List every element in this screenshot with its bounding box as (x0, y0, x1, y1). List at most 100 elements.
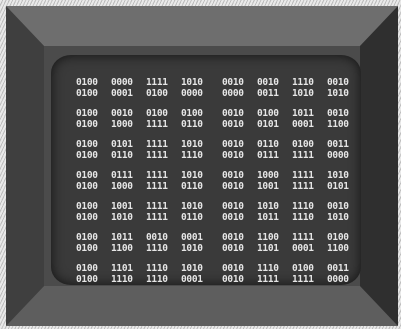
binary-cell: 0010 (111, 108, 133, 119)
binary-cell: 1110 (146, 243, 168, 254)
binary-cell: 0011 (257, 88, 279, 99)
binary-cell: 1110 (181, 150, 203, 161)
binary-cell: 0010 (222, 108, 244, 119)
binary-cell: 1111 (292, 181, 314, 192)
binary-cell: 1001 (111, 201, 133, 212)
binary-cell: 0100 (327, 232, 349, 243)
binary-cell: 1011 (292, 108, 314, 119)
binary-cell: 1010 (181, 139, 203, 150)
bezel-right (360, 6, 398, 326)
binary-cell: 0100 (76, 232, 98, 243)
binary-cell: 1100 (327, 119, 349, 130)
binary-cell: 0110 (257, 139, 279, 150)
binary-cell: 0100 (76, 139, 98, 150)
binary-cell: 0100 (76, 274, 98, 285)
binary-cell: 1010 (181, 77, 203, 88)
binary-cell: 1011 (111, 232, 133, 243)
binary-cell: 0100 (146, 88, 168, 99)
binary-cell: 1010 (327, 170, 349, 181)
binary-cell: 0000 (327, 274, 349, 285)
binary-code-grid: 0100 0000 1111 1010 0010 0010 1110 0010 0100 0001… (76, 77, 351, 285)
binary-cell: 1100 (257, 232, 279, 243)
binary-cell: 0100 (292, 263, 314, 274)
binary-cell: 1111 (146, 150, 168, 161)
binary-cell: 0110 (181, 181, 203, 192)
binary-cell: 0100 (257, 108, 279, 119)
binary-cell: 1011 (257, 212, 279, 223)
binary-cell: 0110 (111, 150, 133, 161)
binary-cell: 0110 (181, 119, 203, 130)
binary-cell: 0100 (76, 119, 98, 130)
monitor-screen: 0100 0000 1111 1010 0010 0010 1110 0010 0100 0001… (51, 55, 361, 285)
binary-cell: 0001 (181, 232, 203, 243)
binary-cell: 1010 (327, 212, 349, 223)
binary-cell: 0100 (76, 181, 98, 192)
binary-cell: 0010 (222, 77, 244, 88)
binary-cell: 0100 (146, 108, 168, 119)
binary-cell: 1100 (327, 243, 349, 254)
binary-cell: 0010 (257, 77, 279, 88)
binary-cell: 0010 (327, 108, 349, 119)
binary-cell: 0101 (257, 119, 279, 130)
binary-cell: 0000 (111, 77, 133, 88)
binary-cell: 0100 (76, 212, 98, 223)
binary-cell: 1110 (292, 201, 314, 212)
binary-cell: 0100 (76, 263, 98, 274)
binary-cell: 0010 (222, 212, 244, 223)
crt-monitor: 0100 0000 1111 1010 0010 0010 1110 0010 0100 0001… (6, 6, 398, 326)
binary-cell: 1110 (257, 263, 279, 274)
binary-cell: 0101 (327, 181, 349, 192)
binary-cell: 1111 (292, 150, 314, 161)
binary-cell: 1111 (146, 212, 168, 223)
binary-cell: 1111 (146, 170, 168, 181)
binary-cell: 0110 (181, 212, 203, 223)
binary-cell: 1110 (292, 77, 314, 88)
binary-cell: 1010 (257, 201, 279, 212)
binary-cell: 1111 (146, 181, 168, 192)
binary-cell: 0010 (222, 232, 244, 243)
binary-cell: 1111 (146, 119, 168, 130)
binary-cell: 0001 (292, 243, 314, 254)
binary-cell: 1001 (257, 181, 279, 192)
bezel-bottom (6, 286, 398, 326)
binary-cell: 1010 (327, 88, 349, 99)
binary-cell: 1010 (181, 170, 203, 181)
binary-cell: 0100 (181, 108, 203, 119)
binary-cell: 0010 (222, 181, 244, 192)
binary-cell: 0010 (222, 243, 244, 254)
binary-cell: 0010 (327, 201, 349, 212)
binary-cell: 1111 (292, 274, 314, 285)
binary-cell: 0000 (327, 150, 349, 161)
bezel-top (6, 6, 398, 46)
binary-cell: 0010 (222, 150, 244, 161)
binary-cell: 1010 (292, 88, 314, 99)
binary-cell: 1010 (181, 201, 203, 212)
binary-cell: 1111 (257, 274, 279, 285)
binary-cell: 0100 (76, 108, 98, 119)
binary-cell: 0100 (76, 201, 98, 212)
binary-cell: 0010 (222, 201, 244, 212)
binary-cell: 1010 (181, 243, 203, 254)
binary-cell: 1111 (146, 77, 168, 88)
binary-cell: 1101 (257, 243, 279, 254)
binary-cell: 1111 (146, 139, 168, 150)
binary-cell: 0000 (222, 88, 244, 99)
binary-cell: 0001 (292, 119, 314, 130)
binary-cell: 0100 (76, 77, 98, 88)
binary-cell: 1110 (146, 274, 168, 285)
binary-cell: 1000 (257, 170, 279, 181)
binary-cell: 0100 (292, 139, 314, 150)
binary-cell: 1110 (111, 274, 133, 285)
binary-cell: 1010 (111, 212, 133, 223)
binary-cell: 0010 (146, 232, 168, 243)
binary-cell: 1000 (111, 181, 133, 192)
binary-cell: 1111 (146, 201, 168, 212)
binary-cell: 0011 (327, 139, 349, 150)
binary-cell: 0111 (257, 150, 279, 161)
binary-cell: 0010 (222, 119, 244, 130)
binary-cell: 1100 (111, 243, 133, 254)
binary-cell: 1010 (181, 263, 203, 274)
binary-cell: 0010 (222, 139, 244, 150)
binary-cell: 0111 (111, 170, 133, 181)
binary-cell: 0100 (76, 150, 98, 161)
